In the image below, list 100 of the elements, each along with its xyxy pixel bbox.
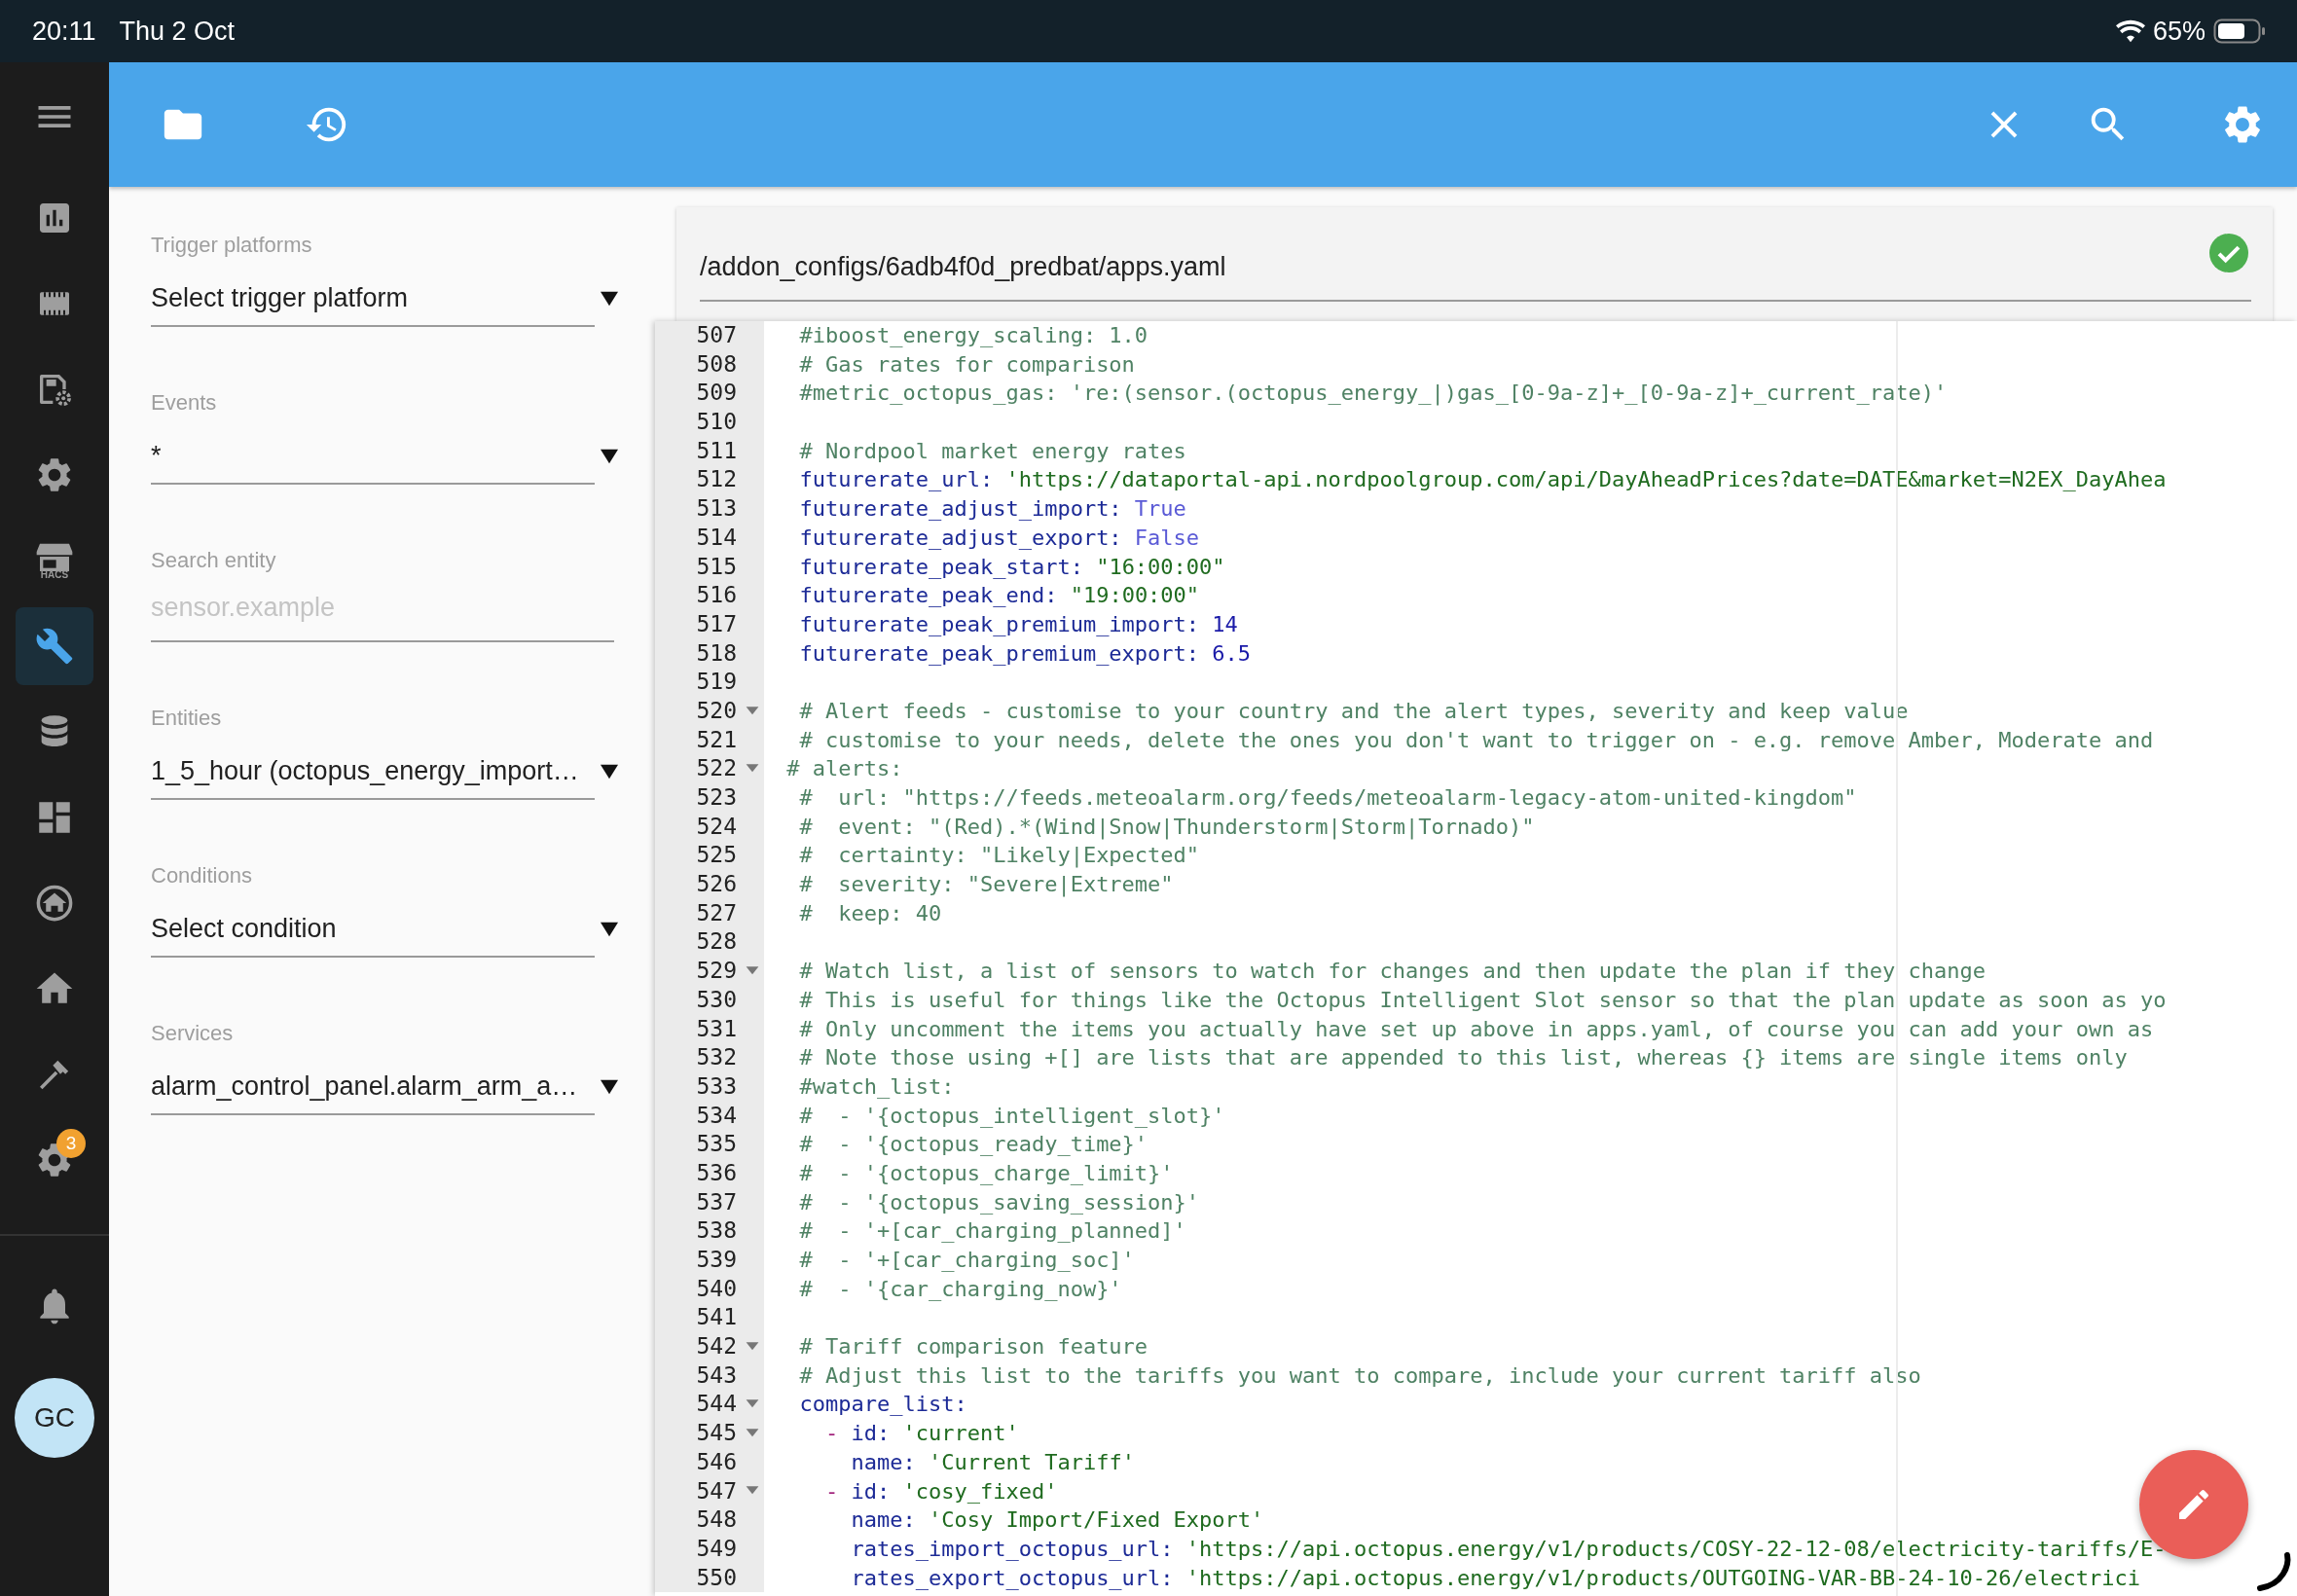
field-label: Entities	[151, 705, 223, 732]
code-line: # url: "https://feeds.meteoalarm.org/feeds/meteoalarm-legacy-atom-united-kingdom"	[798, 784, 1857, 812]
field-label: Conditions	[151, 862, 253, 889]
code-line: # keep: 40	[798, 899, 942, 927]
store-icon	[35, 541, 74, 571]
code-line: # Nordpool market energy rates	[798, 437, 1186, 465]
line-number: 549	[695, 1534, 737, 1563]
line-number: 514	[695, 523, 737, 552]
code-line: # Adjust this list to the tariffs you want to compare, include your current tariff also	[798, 1361, 1921, 1390]
battery-icon	[2213, 18, 2268, 45]
code-editor[interactable]	[655, 321, 2297, 1596]
wifi-icon	[2115, 19, 2145, 43]
fold-arrow-icon[interactable]	[745, 1341, 760, 1352]
code-line: name: 'Cosy Import/Fixed Export'	[850, 1506, 1264, 1535]
wrench-icon	[35, 627, 74, 666]
dropdown-field[interactable]: *	[151, 428, 595, 485]
code-line: # Watch list, a list of sensors to watch for changes and then update the plan if they change	[798, 958, 1987, 986]
code-line: futurerate_adjust_import: True	[798, 495, 1186, 524]
line-number: 533	[695, 1071, 737, 1101]
line-number: 521	[695, 725, 737, 754]
line-number: 517	[695, 609, 737, 638]
line-number: 526	[695, 870, 737, 899]
line-number: 512	[695, 465, 737, 494]
dropdown-field[interactable]: Select trigger platform	[151, 271, 595, 327]
code-line: # alerts:	[785, 755, 903, 783]
line-number: 545	[695, 1419, 737, 1448]
line-number: 515	[695, 552, 737, 581]
line-number: 537	[695, 1187, 737, 1216]
battery-percent: 65%	[2152, 16, 2206, 47]
code-line: - id: 'cosy_fixed'	[823, 1477, 1058, 1505]
code-line: # - '{car_charging_now}'	[798, 1275, 1122, 1303]
code-line: #iboost_energy_scaling: 1.0	[798, 322, 1148, 349]
curve-icon	[2254, 1551, 2293, 1594]
line-number: 546	[695, 1447, 737, 1476]
code-line: # - '{octopus_intelligent_slot}'	[798, 1102, 1225, 1130]
code-line: # Gas rates for comparison	[798, 350, 1135, 379]
fold-arrow-icon[interactable]	[745, 1428, 760, 1438]
line-number: 547	[695, 1476, 737, 1505]
code-line: futurerate_peak_end: "19:00:00"	[798, 582, 1200, 610]
code-line: #watch_list:	[798, 1072, 955, 1101]
dropdown-field[interactable]: 1_5_hour (octopus_energy_import…	[151, 744, 595, 800]
field-label: Services	[151, 1020, 235, 1047]
line-number: 516	[695, 581, 737, 610]
code-line: # Tariff comparison feature	[798, 1333, 1148, 1361]
line-number: 507	[695, 321, 737, 349]
code-line: futurerate_url: 'https://dataportal-api.nordpoolgroup.com/api/DayAheadPrices?date=DATE&market=N2EX_DayAhea	[798, 466, 2167, 494]
code-line: futurerate_adjust_export: False	[798, 524, 1200, 552]
line-number: 550	[695, 1563, 737, 1592]
fold-arrow-icon[interactable]	[745, 764, 760, 775]
line-number: 544	[695, 1390, 737, 1419]
dropdown-arrow-icon[interactable]	[601, 921, 618, 938]
code-line: # Note those using +[] are lists that are appended to this list, whereas {} items are single items only	[798, 1044, 2128, 1072]
field-label: Events	[151, 389, 218, 417]
dropdown-field[interactable]: alarm_control_panel.alarm_arm_a…	[151, 1059, 595, 1115]
code-line: futurerate_peak_premium_import: 14	[798, 610, 1238, 638]
code-line: #metric_octopus_gas: 're:(sensor.(octopus_energy_|)gas_[0-9a-z]+_[0-9a-z]+_current_rate)'	[798, 380, 1948, 408]
nav-item[interactable]	[16, 607, 93, 685]
dropdown-arrow-icon[interactable]	[601, 448, 618, 465]
code-line: # - '+[car_charging_planned]'	[798, 1217, 1186, 1246]
code-line: # severity: "Severe|Extreme"	[798, 871, 1174, 899]
date-text: Thu 2 Oct	[119, 16, 236, 47]
fold-arrow-icon[interactable]	[745, 706, 760, 716]
line-number: 520	[695, 696, 737, 725]
code-line: # This is useful for things like the Octopus Intelligent Slot sensor so that the plan update as soon as yo	[798, 986, 2167, 1014]
code-line: # Alert feeds - customise to your country and the alert types, severity and keep value	[798, 697, 1909, 725]
code-line: # - '+[car_charging_soc]'	[798, 1247, 1135, 1274]
dropdown-arrow-icon[interactable]	[601, 1078, 618, 1096]
line-number: 530	[695, 985, 737, 1014]
code-line: futurerate_peak_premium_export: 6.5	[798, 639, 1252, 668]
code-line: rates_import_octopus_url: 'https://api.octopus.energy/v1/products/COSY-22-12-08/electricity-tariffs/E-	[850, 1535, 2167, 1563]
field-label: Search entity	[151, 547, 277, 574]
code-line: # - '{octopus_ready_time}'	[798, 1131, 1148, 1159]
code-line: # - '{octopus_charge_limit}'	[798, 1159, 1174, 1187]
line-number: 536	[695, 1158, 737, 1187]
fold-arrow-icon[interactable]	[745, 1399, 760, 1410]
line-number: 535	[695, 1130, 737, 1159]
code-line: rates_export_octopus_url: 'https://api.octopus.energy/v1/products/OUTGOING-VAR-BB-24-10-26/electrici	[850, 1564, 2140, 1592]
line-number: 542	[695, 1332, 737, 1361]
clock-time: 20:11	[32, 16, 96, 47]
code-line: # Only uncomment the items you actually have set up above in apps.yaml, of course you can add your own as	[798, 1015, 2154, 1043]
home-circle-icon	[34, 883, 75, 924]
code-line: # - '{octopus_saving_session}'	[798, 1188, 1200, 1216]
line-number: 538	[695, 1216, 737, 1246]
line-number: 548	[695, 1505, 737, 1535]
line-number: 527	[695, 898, 737, 927]
line-number: 534	[695, 1101, 737, 1130]
dropdown-field[interactable]: Select condition	[151, 901, 595, 958]
fold-arrow-icon[interactable]	[745, 965, 760, 976]
code-line: # certainty: "Likely|Expected"	[798, 842, 1200, 870]
line-number: 523	[695, 783, 737, 812]
line-number: 540	[695, 1274, 737, 1303]
user-avatar[interactable]: GC	[15, 1378, 94, 1458]
code-line: compare_list:	[798, 1391, 967, 1419]
line-number: 543	[695, 1360, 737, 1390]
line-number: 519	[695, 668, 737, 697]
line-number: 518	[695, 638, 737, 668]
dropdown-arrow-icon[interactable]	[601, 763, 618, 780]
code-line: futurerate_peak_start: "16:00:00"	[798, 553, 1225, 581]
fold-arrow-icon[interactable]	[745, 1486, 760, 1497]
dropdown-arrow-icon[interactable]	[601, 290, 618, 308]
